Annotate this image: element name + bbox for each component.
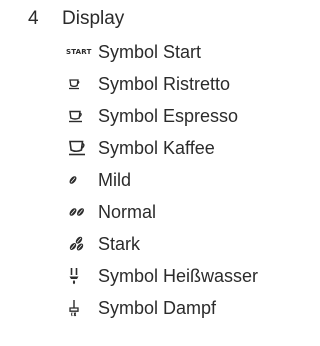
bean-three-icon (68, 232, 98, 256)
list-item-ristretto: Symbol Ristretto (68, 68, 258, 100)
start-text-icon: START (66, 48, 92, 56)
list-item-normal: Normal (68, 196, 258, 228)
list-item-kaffee: Symbol Kaffee (68, 132, 258, 164)
list-item-start: START Symbol Start (66, 36, 258, 68)
list-item-mild: Mild (68, 164, 258, 196)
bean-two-icon (68, 200, 98, 224)
item-label-heisswasser: Symbol Heißwasser (98, 266, 259, 286)
list-item-espresso: Symbol Espresso (68, 100, 258, 132)
item-label-kaffee: Symbol Kaffee (98, 138, 215, 158)
item-label-ristretto: Symbol Ristretto (98, 74, 231, 94)
item-label-espresso: Symbol Espresso (98, 106, 239, 126)
cup-small-icon (68, 72, 98, 96)
section-header: 4 Display (28, 7, 124, 31)
steam-icon (68, 296, 98, 320)
item-label-stark: Stark (98, 234, 141, 254)
list-item-heisswasser: Symbol Heißwasser (68, 260, 258, 292)
section-title: Display (62, 8, 125, 29)
bean-one-icon (68, 168, 98, 192)
list-item-dampf: Symbol Dampf (68, 292, 258, 324)
cup-large-icon (68, 136, 98, 160)
item-label-start: Symbol Start (98, 42, 202, 62)
item-label-normal: Normal (98, 202, 157, 222)
section-number: 4 (28, 8, 39, 29)
symbol-list: START Symbol Start Symbol Ristretto Symb… (66, 36, 258, 324)
hot-water-icon (68, 264, 98, 288)
item-label-dampf: Symbol Dampf (98, 298, 217, 318)
item-label-mild: Mild (98, 170, 132, 190)
cup-medium-icon (68, 104, 98, 128)
list-item-stark: Stark (68, 228, 258, 260)
